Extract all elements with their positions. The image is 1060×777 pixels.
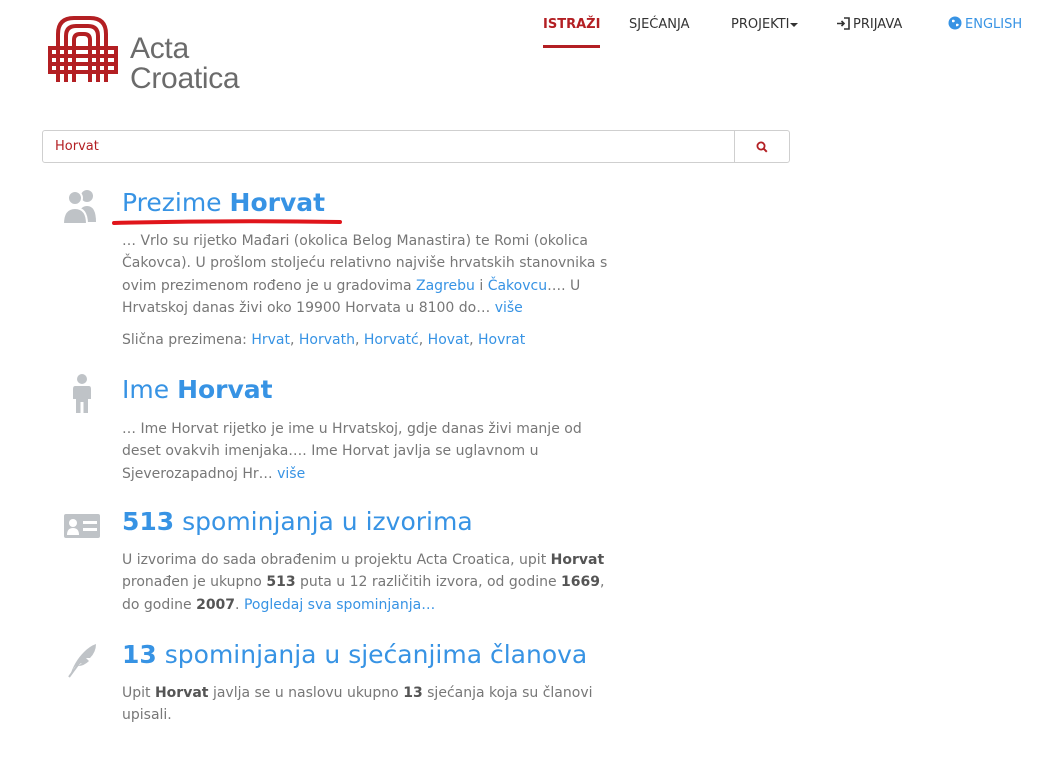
result-memories-title[interactable]: 13 spominjanja u sjećanjima članova	[122, 640, 587, 670]
snippet-text: … Ime Horvat rijetko je ime u Hrvatskoj,…	[122, 421, 582, 482]
annotation-underline	[112, 219, 342, 225]
sources-text-1: U izvorima do sada obrađenim u projektu …	[122, 552, 547, 568]
nav-istrazi[interactable]: ISTRAŽI	[543, 16, 601, 48]
nav-sjecanja[interactable]: SJEĆANJA	[629, 16, 690, 34]
sources-text-2: pronađen je ukupno	[122, 574, 262, 591]
snippet-and: i	[479, 277, 484, 294]
id-card-icon	[64, 514, 100, 538]
sources-text-5: .	[235, 596, 240, 613]
memories-text-2: javlja se u naslovu ukupno	[212, 685, 399, 701]
globe-icon	[948, 16, 962, 30]
sources-count-inline: 513	[266, 574, 296, 591]
result-memories-title-rest: spominjanja u sjećanjima članova	[164, 640, 588, 669]
similar-link-horvath[interactable]: Horvath	[299, 332, 355, 348]
sources-text-3: puta u 12 različitih izvora, od godine	[300, 574, 557, 591]
nav-english[interactable]: ENGLISH	[948, 16, 1022, 34]
nav-english-label: ENGLISH	[965, 17, 1023, 32]
memories-count-inline: 13	[403, 685, 423, 701]
similar-link-hovat[interactable]: Hovat	[428, 332, 469, 348]
similar-link-hrvat[interactable]: Hrvat	[251, 332, 290, 348]
sources-year-from: 1669	[561, 574, 601, 591]
result-sources-count: 513	[122, 507, 175, 536]
memories-text-1: Upit	[122, 685, 151, 701]
similar-surnames: Slična prezimena: Hrvat, Horvath, Horvat…	[122, 332, 526, 348]
result-name-title[interactable]: Ime Horvat	[122, 375, 273, 405]
nav-projekti-label: PROJEKTI	[731, 17, 790, 32]
users-icon	[61, 190, 96, 225]
similar-link-horvatc[interactable]: Horvatć	[364, 332, 419, 348]
result-name-title-term: Horvat	[177, 375, 273, 404]
link-zagrebu[interactable]: Zagrebu	[416, 278, 475, 294]
result-memories-count: 13	[122, 640, 157, 669]
more-link[interactable]: više	[277, 466, 305, 482]
caret-down-icon	[790, 22, 799, 27]
similar-link-hovrat[interactable]: Hovrat	[478, 332, 525, 348]
link-cakovcu[interactable]: Čakovcu	[488, 278, 547, 294]
result-name-title-prefix: Ime	[122, 375, 170, 404]
result-surname-title-term: Horvat	[229, 188, 326, 217]
nav-prijava[interactable]: PRIJAVA	[837, 16, 902, 34]
feather-icon	[68, 644, 96, 678]
result-surname-snippet: … Vrlo su rijetko Mađari (okolica Belog …	[122, 230, 622, 319]
more-link[interactable]: više	[495, 300, 523, 316]
person-icon	[73, 374, 91, 413]
nav-active-indicator	[543, 45, 601, 48]
search-icon	[756, 141, 768, 153]
result-sources-title-rest: spominjanja u izvorima	[182, 507, 473, 536]
result-surname-title-prefix: Prezime	[122, 188, 222, 217]
nav-prijava-label: PRIJAVA	[853, 17, 903, 32]
sources-term: Horvat	[550, 552, 605, 568]
result-name-snippet: … Ime Horvat rijetko je ime u Hrvatskoj,…	[122, 418, 622, 485]
login-icon	[837, 17, 850, 30]
nav-istrazi-label: ISTRAŽI	[543, 17, 601, 32]
search-bar	[42, 130, 790, 163]
result-surname-title[interactable]: Prezime Horvat	[122, 188, 325, 218]
nav-projekti-dropdown[interactable]: PROJEKTI	[731, 16, 799, 34]
logo-text-line2: Croatica	[130, 62, 240, 95]
sources-year-to: 2007	[196, 596, 236, 613]
view-all-mentions-link[interactable]: Pogledaj sva spominjanja…	[244, 597, 435, 613]
main-nav: ISTRAŽI SJEĆANJA PROJEKTI PRIJAVA ENGLIS…	[0, 14, 1060, 54]
result-sources-title[interactable]: 513 spominjanja u izvorima	[122, 507, 473, 537]
search-input[interactable]	[43, 131, 737, 162]
memories-term: Horvat	[154, 685, 209, 701]
result-memories-text: Upit Horvat javlja se u naslovu ukupno 1…	[122, 682, 622, 727]
result-sources-text: U izvorima do sada obrađenim u projektu …	[122, 549, 622, 616]
search-button[interactable]	[734, 131, 789, 162]
similar-label: Slična prezimena:	[122, 332, 247, 348]
